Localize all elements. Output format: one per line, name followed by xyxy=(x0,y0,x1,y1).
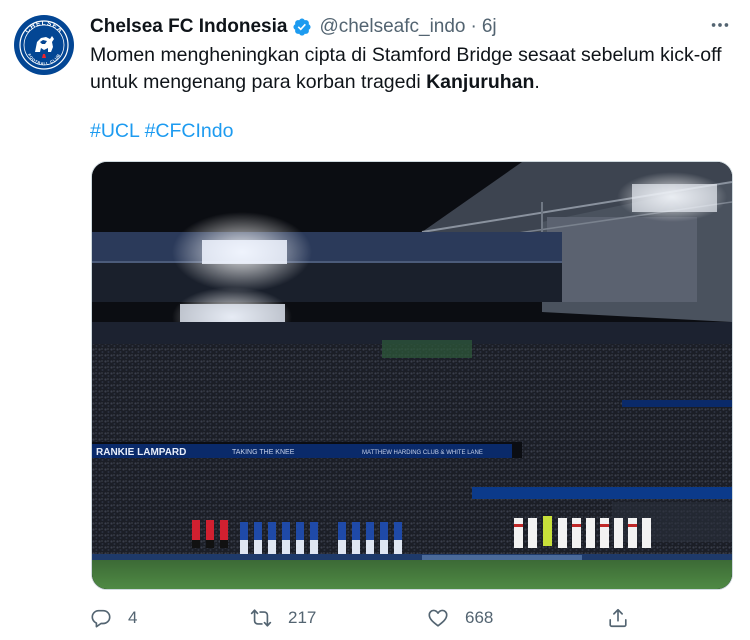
like-button[interactable]: 668 xyxy=(427,600,493,636)
retweet-button[interactable]: 217 xyxy=(250,600,316,636)
share-button[interactable] xyxy=(607,600,629,636)
reply-icon xyxy=(91,609,111,628)
share-icon xyxy=(609,608,627,628)
tweet-text: Momen mengheningkan cipta di Stamford Br… xyxy=(90,42,730,96)
retweet-icon xyxy=(250,609,272,627)
tweet-text-bold: Kanjuruhan xyxy=(426,71,535,93)
tweet-text-main: Momen mengheningkan cipta di Stamford Br… xyxy=(90,44,722,93)
hashtag-cfcindo[interactable]: #CFCIndo xyxy=(145,120,234,142)
like-count: 668 xyxy=(465,608,494,627)
verified-badge-icon xyxy=(293,18,311,36)
display-name[interactable]: Chelsea FC Indonesia xyxy=(90,16,287,38)
reply-count: 4 xyxy=(128,608,138,627)
banner-harding: MATTHEW HARDING CLUB & WHITE LANE xyxy=(362,450,483,456)
separator-dot: · xyxy=(470,16,477,37)
timestamp[interactable]: 6j xyxy=(482,16,497,38)
tweet-header: Chelsea FC Indonesia @chelseafc_indo · 6… xyxy=(90,15,497,39)
handle[interactable]: @chelseafc_indo xyxy=(319,16,465,38)
tweet: CHELSEA FOOTBALL CLUB Chelsea FC Indones… xyxy=(0,0,750,640)
retweet-count: 217 xyxy=(288,608,317,627)
tweet-text-end: . xyxy=(534,71,540,93)
stadium-photo: RANKIE LAMPARD TAKING THE KNEE MATTHEW H… xyxy=(92,162,732,589)
more-button[interactable] xyxy=(708,15,732,35)
like-icon xyxy=(428,609,448,627)
action-bar: 4 217 668 xyxy=(90,600,650,636)
hashtag-ucl[interactable]: #UCL xyxy=(90,120,139,142)
tweet-photo[interactable]: RANKIE LAMPARD TAKING THE KNEE MATTHEW H… xyxy=(91,161,733,590)
chelsea-crest-icon: CHELSEA FOOTBALL CLUB xyxy=(14,15,74,75)
banner-knee: TAKING THE KNEE xyxy=(232,449,295,456)
reply-button[interactable]: 4 xyxy=(90,600,137,636)
avatar[interactable]: CHELSEA FOOTBALL CLUB xyxy=(13,14,75,76)
banner-lampard: RANKIE LAMPARD xyxy=(96,447,186,458)
more-icon xyxy=(711,23,729,27)
hashtags: #UCL #CFCIndo xyxy=(90,118,233,145)
